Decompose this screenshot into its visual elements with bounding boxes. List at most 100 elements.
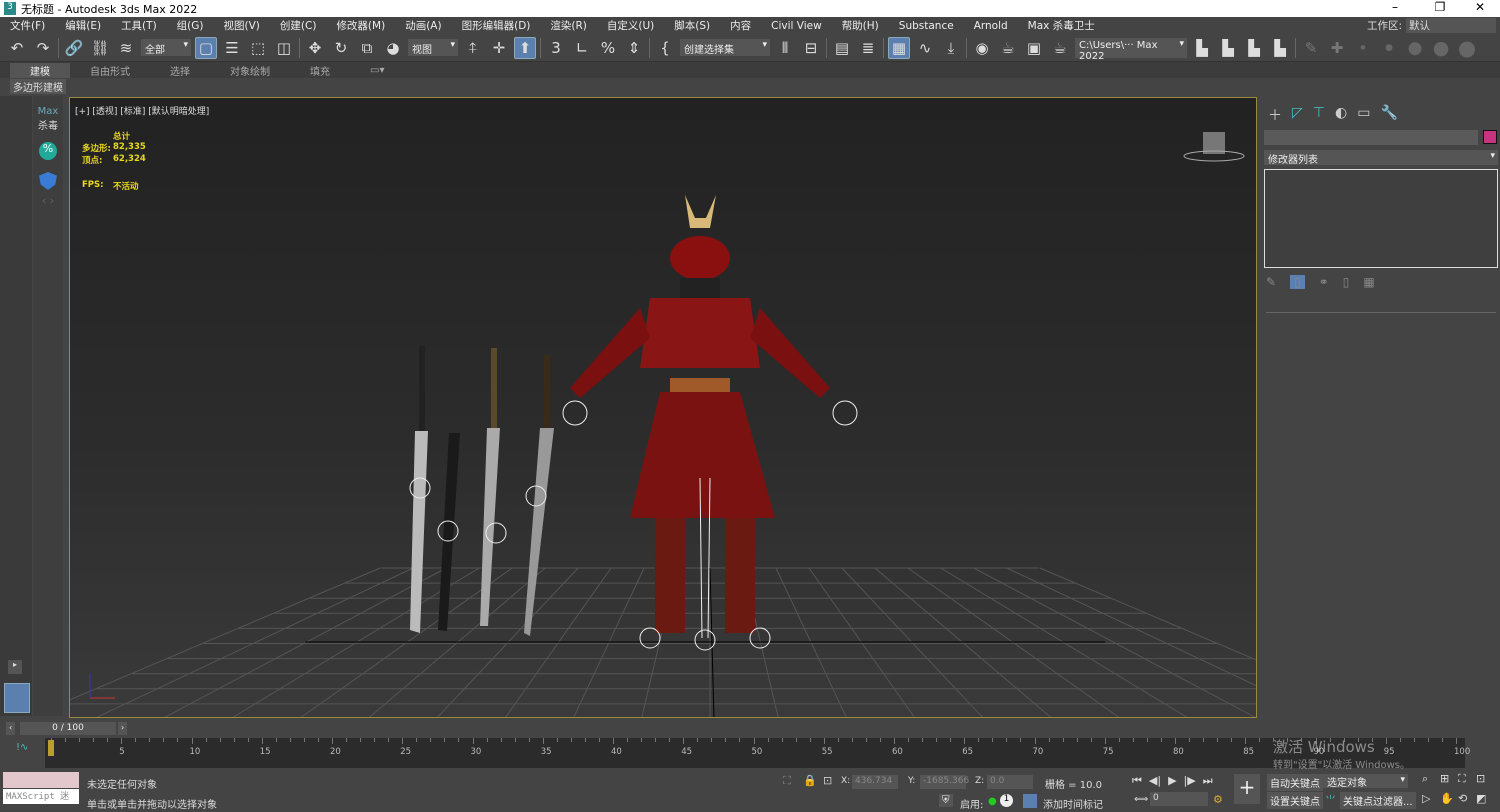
key-filters-button[interactable]: 关键点过滤器... bbox=[1340, 792, 1416, 809]
next-frame-icon[interactable]: › bbox=[118, 722, 128, 735]
scale-icon[interactable]: ⧉ bbox=[356, 37, 378, 59]
enable-indicator-icon[interactable]: ● bbox=[988, 796, 997, 807]
fov-icon[interactable]: ▷ bbox=[1422, 792, 1440, 805]
render-icon[interactable]: ☕ bbox=[1049, 37, 1071, 59]
close-button[interactable]: ✕ bbox=[1465, 0, 1495, 17]
time-tag-icon[interactable] bbox=[1023, 794, 1037, 808]
pivot-icon[interactable]: ⍏ bbox=[462, 37, 484, 59]
brush-size-2-icon[interactable]: ● bbox=[1378, 37, 1400, 59]
polygon-modeling-button[interactable]: 多边形建模 bbox=[10, 79, 66, 94]
go-to-start-icon[interactable]: ⏮ bbox=[1132, 774, 1142, 788]
menu-help[interactable]: 帮助(H) bbox=[832, 18, 889, 33]
viewport-layout-icon[interactable] bbox=[4, 683, 30, 713]
rendered-frame-icon[interactable]: ▣ bbox=[1023, 37, 1045, 59]
restore-button[interactable]: ❐ bbox=[1425, 0, 1455, 17]
motion-tab-icon[interactable]: ◐ bbox=[1335, 105, 1347, 125]
expand-icon[interactable]: ▸ bbox=[8, 660, 22, 674]
paint-brush-icon[interactable]: ✎ bbox=[1300, 37, 1322, 59]
zoom-icon[interactable]: ⌕ bbox=[1422, 772, 1440, 786]
select-object-icon[interactable]: ▢ bbox=[195, 36, 217, 59]
menu-customize[interactable]: 自定义(U) bbox=[597, 18, 664, 33]
show-end-result-icon[interactable]: ▯ bbox=[1290, 275, 1305, 289]
menu-animation[interactable]: 动画(A) bbox=[395, 18, 451, 33]
current-frame-field[interactable]: 0 bbox=[1150, 792, 1208, 806]
window-crossing-icon[interactable]: ◫ bbox=[273, 37, 295, 59]
display-tab-icon[interactable]: ▭ bbox=[1357, 105, 1370, 125]
snap-3d-icon[interactable]: 3 bbox=[545, 37, 567, 59]
mirror-icon[interactable]: ⫴ bbox=[774, 37, 796, 59]
tab-object-paint[interactable]: 对象绘制 bbox=[210, 63, 290, 78]
link-icon[interactable]: 🔗 bbox=[63, 37, 85, 59]
move-icon[interactable]: ✥ bbox=[304, 37, 326, 59]
tab-freeform[interactable]: 自由形式 bbox=[70, 63, 150, 78]
menu-civil-view[interactable]: Civil View bbox=[761, 20, 832, 32]
angle-snap-icon[interactable]: ∟ bbox=[571, 37, 593, 59]
menu-group[interactable]: 组(G) bbox=[167, 18, 214, 33]
axis-constraint-icon[interactable]: ✛ bbox=[488, 37, 510, 59]
named-selection-dropdown[interactable]: 创建选择集 bbox=[680, 39, 770, 56]
menu-file[interactable]: 文件(F) bbox=[0, 18, 55, 33]
menu-content[interactable]: 内容 bbox=[720, 18, 761, 33]
prev-frame-icon[interactable]: ‹ bbox=[6, 722, 16, 735]
selection-lock-icon[interactable]: 🔒 bbox=[803, 774, 817, 787]
brush-size-4-icon[interactable]: ● bbox=[1430, 37, 1452, 59]
menu-modifiers[interactable]: 修改器(M) bbox=[326, 18, 395, 33]
antivirus-scan-icon[interactable]: % bbox=[39, 142, 57, 160]
info-icon[interactable]: 1 bbox=[1000, 794, 1013, 807]
timeline-track[interactable]: 0510152025303540455055606570758085909510… bbox=[45, 738, 1470, 768]
layer-explorer-icon[interactable]: ≣ bbox=[857, 37, 879, 59]
bind-space-warp-icon[interactable]: ≋ bbox=[115, 37, 137, 59]
project-icon[interactable]: ▙ bbox=[1191, 37, 1213, 59]
unlink-icon[interactable]: ⛓ bbox=[89, 37, 111, 59]
tab-modeling[interactable]: 建模 bbox=[10, 62, 70, 78]
mini-curve-editor-icon[interactable]: !∿ bbox=[16, 742, 28, 753]
spinner-snap-icon[interactable]: ⇕ bbox=[623, 37, 645, 59]
menu-max-antivirus[interactable]: Max 杀毒卫士 bbox=[1018, 18, 1105, 33]
zoom-extents-icon[interactable]: ⛶ bbox=[1458, 772, 1476, 786]
adaptive-degradation-icon[interactable]: ⛨ bbox=[939, 794, 953, 807]
tab-selection[interactable]: 选择 bbox=[150, 63, 210, 78]
remove-modifier-icon[interactable]: ▯ bbox=[1343, 275, 1350, 289]
percent-snap-icon[interactable]: % bbox=[597, 37, 619, 59]
redo-icon[interactable]: ↷ bbox=[32, 37, 54, 59]
create-tab-icon[interactable]: ＋ bbox=[1268, 105, 1282, 125]
brush-size-5-icon[interactable]: ● bbox=[1456, 36, 1478, 60]
minimize-button[interactable]: – bbox=[1380, 0, 1410, 17]
maximize-viewport-icon[interactable]: ◩ bbox=[1476, 792, 1494, 805]
orbit-icon[interactable]: ⟲ bbox=[1458, 792, 1476, 805]
time-config-icon[interactable]: ⚙ bbox=[1213, 793, 1223, 806]
go-to-end-icon[interactable]: ⏭ bbox=[1203, 774, 1213, 788]
ribbon-options-icon[interactable]: ▭▾ bbox=[350, 65, 404, 76]
modifier-list-dropdown[interactable]: 修改器列表 bbox=[1264, 150, 1498, 166]
previous-frame-icon[interactable]: ◀| bbox=[1149, 774, 1161, 788]
maxscript-listener-output[interactable] bbox=[3, 772, 79, 788]
menu-create[interactable]: 创建(C) bbox=[270, 18, 327, 33]
viewport-label-menu[interactable]: [+] [透视] [标准] [默认明暗处理] bbox=[75, 104, 209, 117]
object-name-field[interactable] bbox=[1264, 130, 1478, 145]
project-tree-icon[interactable]: ▙ bbox=[1243, 37, 1265, 59]
key-tangent-icon[interactable]: ⺌ bbox=[1325, 792, 1336, 808]
pan-icon[interactable]: ✋ bbox=[1440, 792, 1458, 805]
next-key-icon[interactable]: |▶ bbox=[1184, 774, 1196, 788]
y-coord-field[interactable]: -1685.366 bbox=[920, 775, 969, 789]
time-cursor[interactable] bbox=[48, 740, 54, 756]
add-time-tag[interactable]: 添加时间标记 bbox=[1043, 796, 1103, 811]
zoom-extents-all-icon[interactable]: ⊡ bbox=[1476, 772, 1494, 786]
z-coord-field[interactable]: 0.0 bbox=[987, 775, 1033, 789]
selection-filter-dropdown[interactable]: 全部 bbox=[141, 39, 191, 56]
material-editor-icon[interactable]: ◉ bbox=[971, 37, 993, 59]
key-selection-dropdown[interactable]: 选定对象 bbox=[1323, 774, 1408, 789]
project-path-dropdown[interactable]: C:\Users\··· Max 2022 bbox=[1075, 37, 1187, 62]
menu-rendering[interactable]: 渲染(R) bbox=[540, 18, 597, 33]
hierarchy-tab-icon[interactable]: ⊤ bbox=[1313, 105, 1325, 125]
menu-tools[interactable]: 工具(T) bbox=[111, 18, 167, 33]
make-unique-icon[interactable]: ⚭ bbox=[1319, 275, 1329, 289]
menu-graph-editors[interactable]: 图形编辑器(D) bbox=[452, 18, 541, 33]
set-key-button[interactable]: 设置关键点 bbox=[1267, 792, 1323, 809]
select-by-name-icon[interactable]: ☰ bbox=[221, 37, 243, 59]
project-folder-icon[interactable]: ▙ bbox=[1217, 37, 1239, 59]
menu-substance[interactable]: Substance bbox=[889, 20, 964, 32]
brush-size-3-icon[interactable]: ● bbox=[1404, 37, 1426, 59]
isolate-selection-icon[interactable]: ⛶ bbox=[783, 774, 791, 788]
auto-key-button[interactable]: 自动关键点 bbox=[1267, 774, 1323, 791]
